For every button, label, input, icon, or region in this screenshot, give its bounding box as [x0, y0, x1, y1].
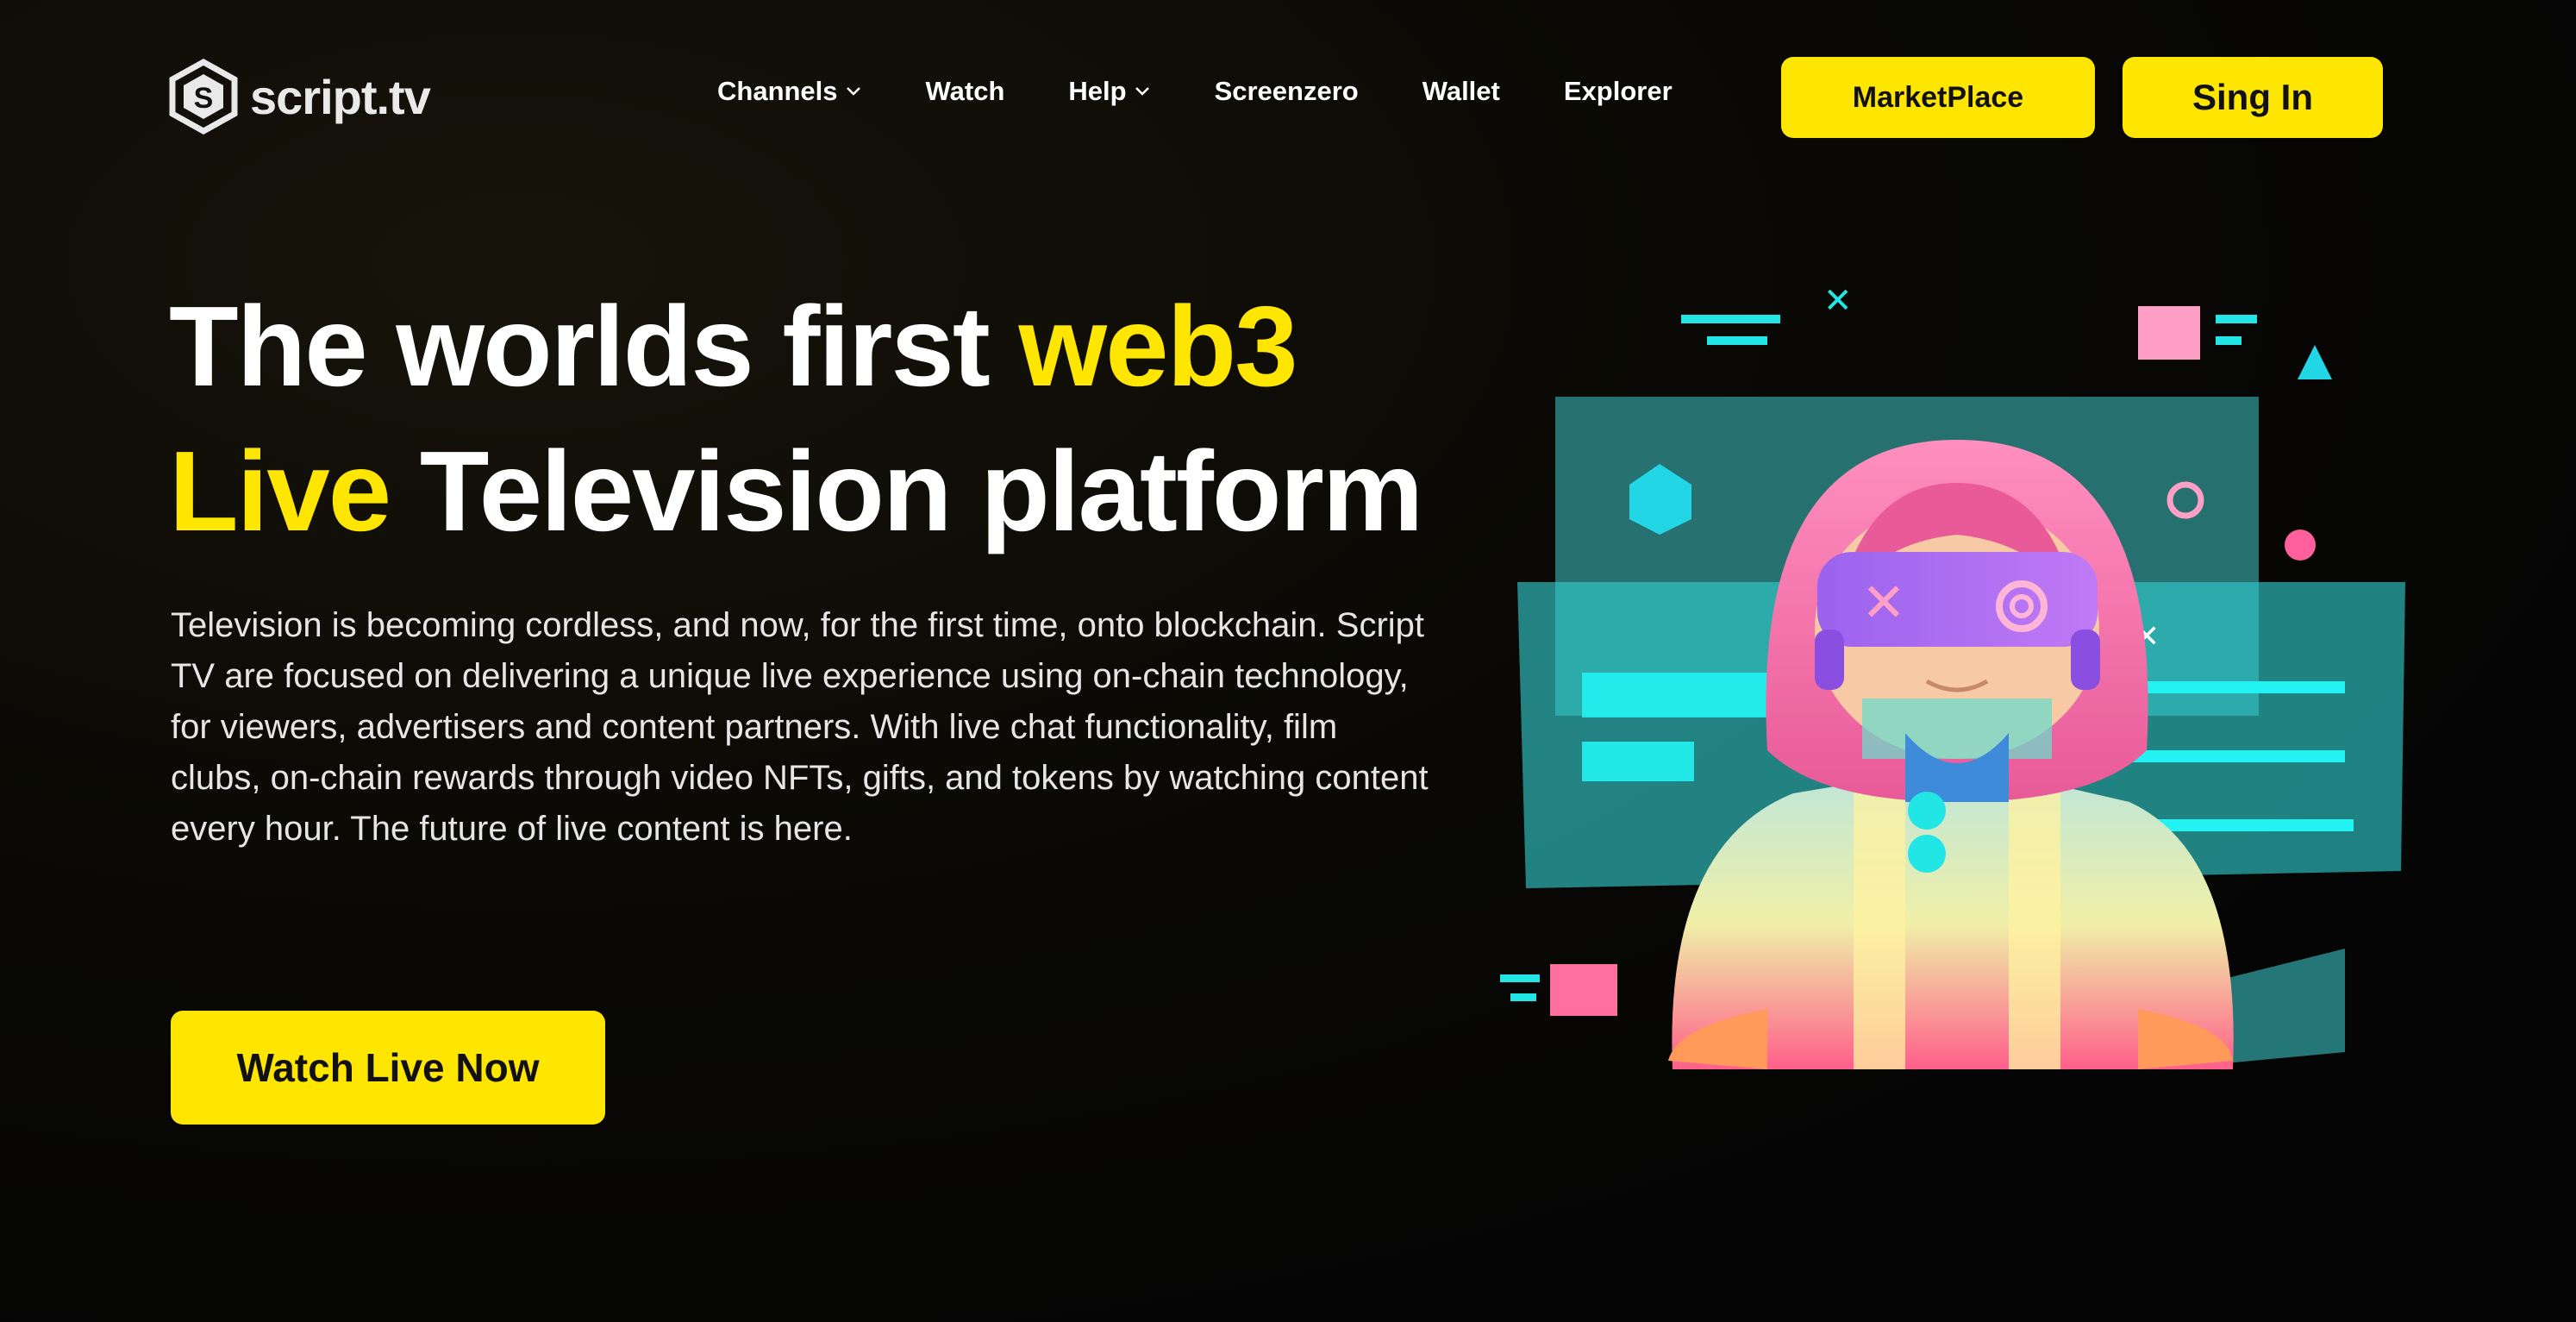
- nav-item-channels[interactable]: Channels: [717, 76, 862, 107]
- hero-title-highlight: Live: [169, 428, 391, 554]
- nav-item-wallet[interactable]: Wallet: [1422, 76, 1500, 107]
- svg-text:S: S: [194, 82, 214, 115]
- watch-live-now-button[interactable]: Watch Live Now: [171, 1011, 605, 1125]
- hero-title: The worlds first web3 Live Television pl…: [169, 274, 1462, 564]
- main-nav: Channels Watch Help Screenzero Wallet Ex…: [717, 76, 1673, 107]
- brand-logo[interactable]: S script.tv: [169, 59, 431, 135]
- nav-item-watch[interactable]: Watch: [926, 76, 1005, 107]
- nav-label: Screenzero: [1214, 76, 1359, 106]
- hero-title-text: Television platform: [390, 428, 1423, 554]
- hero-title-highlight: web3: [1018, 283, 1297, 410]
- brand-name: script.tv: [250, 69, 431, 124]
- vr-hooded-character-illustration: ✕ ✕ ✕: [1500, 281, 2405, 1069]
- nav-label: Wallet: [1422, 76, 1500, 106]
- page-background: S script.tv Channels Watch Help Screenze…: [0, 0, 2576, 1322]
- chevron-down-icon: [1135, 87, 1149, 96]
- nav-label: Watch: [925, 76, 1005, 106]
- script-logo-icon: S: [169, 59, 238, 135]
- nav-item-help[interactable]: Help: [1068, 76, 1150, 107]
- hero-title-text: The worlds first: [169, 283, 1019, 410]
- nav-label: Channels: [717, 76, 838, 106]
- sign-in-button[interactable]: Sing In: [2123, 57, 2383, 138]
- nav-item-screenzero[interactable]: Screenzero: [1215, 76, 1359, 107]
- svg-text:✕: ✕: [1823, 281, 1853, 321]
- marketplace-button[interactable]: MarketPlace: [1781, 57, 2095, 138]
- nav-item-explorer[interactable]: Explorer: [1564, 76, 1673, 107]
- chevron-down-icon: [846, 87, 860, 96]
- nav-label: Explorer: [1563, 76, 1673, 106]
- nav-label: Help: [1068, 76, 1127, 106]
- svg-text:✕: ✕: [1861, 571, 1906, 634]
- hero-description: Television is becoming cordless, and now…: [171, 606, 1429, 848]
